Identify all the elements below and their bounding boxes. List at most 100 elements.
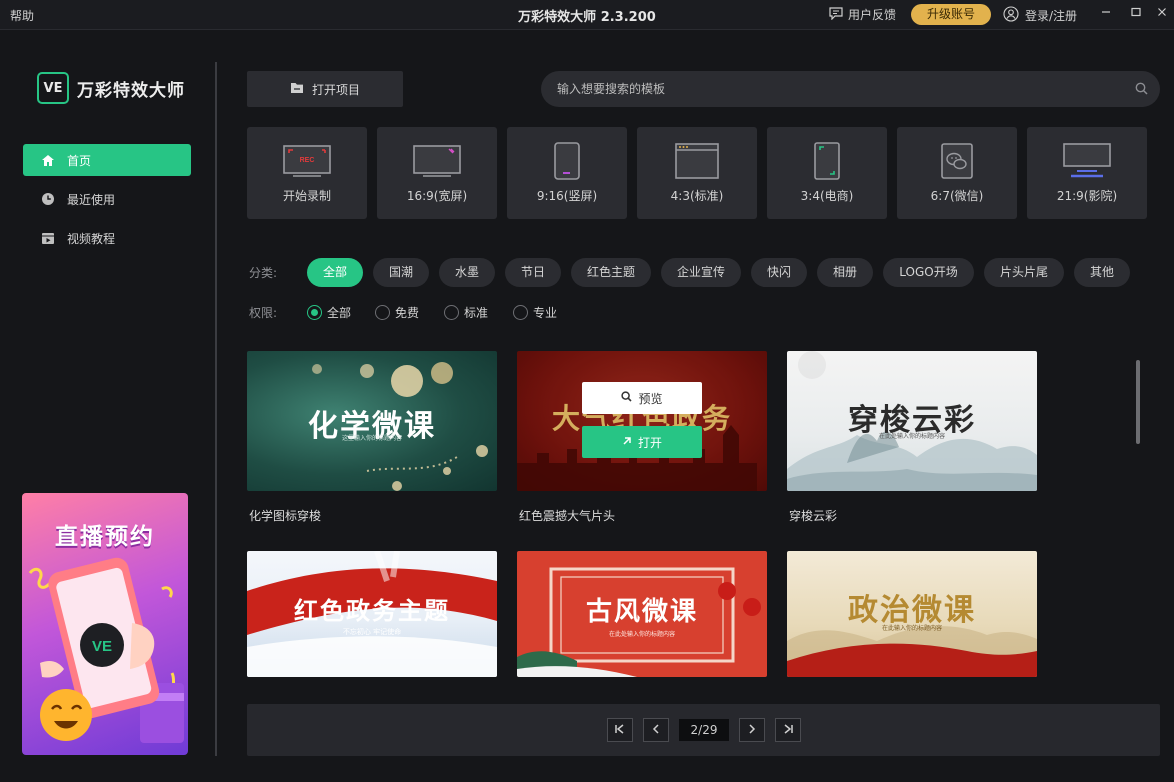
category-chip-festival[interactable]: 节日 <box>505 258 561 287</box>
category-chip-flash[interactable]: 快闪 <box>751 258 807 287</box>
close-button[interactable] <box>1152 4 1172 22</box>
start-recording-card[interactable]: REC 开始录制 <box>247 127 367 219</box>
category-chip-corporate[interactable]: 企业宣传 <box>661 258 741 287</box>
close-icon <box>1157 6 1167 20</box>
rec-badge: REC <box>300 157 315 164</box>
ratio-label: 6:7(微信) <box>930 189 984 203</box>
scrollbar[interactable] <box>1136 360 1140 444</box>
ratio-16-9-card[interactable]: 16:9(宽屏) <box>377 127 497 219</box>
open-project-label: 打开项目 <box>311 82 360 97</box>
ratio-label: 16:9(宽屏) <box>406 189 468 203</box>
feedback-button[interactable]: 用户反馈 <box>829 6 896 23</box>
minimize-icon <box>1101 6 1111 20</box>
open-label: 打开 <box>637 435 662 450</box>
radio-icon <box>375 305 390 320</box>
upgrade-account-button[interactable]: 升级账号 <box>911 4 991 25</box>
user-icon <box>1003 6 1019 25</box>
category-chip-ink[interactable]: 水墨 <box>439 258 495 287</box>
help-menu[interactable]: 帮助 <box>10 7 34 24</box>
ratio-9-16-card[interactable]: 9:16(竖屏) <box>507 127 627 219</box>
ratio-6-7-card[interactable]: 6:7(微信) <box>897 127 1017 219</box>
template-card-cloud[interactable]: 穿梭云彩 在此处输入你的标题内容 <box>787 351 1037 491</box>
login-label: 登录/注册 <box>1025 9 1078 23</box>
radio-selected-icon <box>307 305 322 320</box>
ratio-21-9-card[interactable]: 21:9(影院) <box>1027 127 1147 219</box>
title-bar: 帮助 万彩特效大师 2.3.200 用户反馈 升级账号 登录/注册 <box>0 0 1174 30</box>
maximize-icon <box>1131 6 1141 20</box>
widescreen-icon <box>377 141 497 181</box>
category-chip-guochao[interactable]: 国潮 <box>373 258 429 287</box>
open-template-button[interactable]: 打开 <box>582 426 702 458</box>
category-chip-intro-outro[interactable]: 片头片尾 <box>984 258 1064 287</box>
next-page-button[interactable] <box>739 718 765 742</box>
minimize-button[interactable] <box>1096 4 1116 22</box>
template-caption: 化学图标穿梭 <box>249 509 322 523</box>
cinema-icon <box>1027 141 1147 181</box>
ratio-label: 4:3(标准) <box>670 189 724 203</box>
thumbnail-title: 古风微课 <box>585 597 698 627</box>
maximize-button[interactable] <box>1126 4 1146 22</box>
last-page-icon <box>782 723 794 737</box>
page-indicator[interactable]: 2/29 <box>679 719 729 741</box>
open-project-button[interactable]: 打开项目 <box>247 71 403 107</box>
ratio-label: 3:4(电商) <box>800 189 854 203</box>
promo-banner[interactable]: 直播预约 VE <box>22 493 188 755</box>
ratio-4-3-card[interactable]: 4:3(标准) <box>637 127 757 219</box>
category-chip-all[interactable]: 全部 <box>307 258 363 287</box>
thumbnail-title: 红色政务主题 <box>294 596 450 625</box>
permission-radio-free[interactable]: 免费 <box>375 304 419 321</box>
first-page-button[interactable] <box>607 718 633 742</box>
permission-label: 权限: <box>249 306 278 320</box>
chevron-right-icon <box>747 723 757 737</box>
ratio-label: 开始录制 <box>282 189 331 203</box>
clock-icon <box>41 192 55 206</box>
radio-label: 全部 <box>327 306 352 320</box>
thumbnail-subtitle: 不忘初心 牢记使命 <box>342 628 402 636</box>
ratio-3-4-card[interactable]: 3:4(电商) <box>767 127 887 219</box>
search-icon[interactable] <box>1135 82 1148 98</box>
sidebar-item-recent[interactable]: 最近使用 <box>23 183 191 215</box>
ecommerce-icon <box>767 141 887 181</box>
sidebar-item-tutorials[interactable]: 视频教程 <box>23 222 191 254</box>
feedback-label: 用户反馈 <box>848 8 897 22</box>
promo-illustration: VE <box>28 557 184 743</box>
preview-button[interactable]: 预览 <box>582 382 702 414</box>
ratio-label: 9:16(竖屏) <box>536 189 598 203</box>
record-icon: REC <box>247 141 367 181</box>
app-logo: VE 万彩特效大师 <box>37 72 185 104</box>
thumbnail-subtitle: 在此处输入你的标题内容 <box>608 631 675 638</box>
permission-radio-standard[interactable]: 标准 <box>444 304 488 321</box>
template-card-chemistry[interactable]: 化学微课 这里输入你的标题内容 <box>247 351 497 491</box>
radio-label: 免费 <box>395 306 420 320</box>
thumbnail-subtitle: 在此处输入你的标题内容 <box>878 433 945 440</box>
login-button[interactable]: 登录/注册 <box>1003 6 1077 25</box>
chat-icon <box>829 6 843 23</box>
template-card-red-opening[interactable]: 大气红色政务 预览 打开 <box>517 351 767 491</box>
wechat-icon <box>897 141 1017 181</box>
previous-page-button[interactable] <box>643 718 669 742</box>
logo-text: 万彩特效大师 <box>77 80 185 101</box>
category-chip-album[interactable]: 相册 <box>817 258 873 287</box>
radio-icon <box>444 305 459 320</box>
thumbnail-subtitle: 这里输入你的标题内容 <box>341 435 402 442</box>
search-input[interactable] <box>557 71 1117 107</box>
category-chip-logo-opening[interactable]: LOGO开场 <box>883 258 974 287</box>
preview-label: 预览 <box>638 391 663 406</box>
template-card-red-government[interactable]: 红色政务主题 不忘初心 牢记使命 <box>247 551 497 677</box>
ratio-label: 21:9(影院) <box>1056 189 1118 203</box>
logo-badge: VE <box>37 72 69 104</box>
category-chip-other[interactable]: 其他 <box>1074 258 1130 287</box>
search-box <box>541 71 1160 107</box>
pagination-bar: 2/29 <box>247 704 1160 756</box>
window-title: 万彩特效大师 2.3.200 <box>518 10 656 25</box>
template-card-ancient-style[interactable]: 古风微课 在此处输入你的标题内容 <box>517 551 767 677</box>
category-label: 分类: <box>249 266 278 280</box>
template-card-politics[interactable]: 政治微课 在此输入你的标题内容 <box>787 551 1037 677</box>
permission-radio-all[interactable]: 全部 <box>307 304 351 321</box>
category-chip-red-theme[interactable]: 红色主题 <box>571 258 651 287</box>
permission-radio-pro[interactable]: 专业 <box>513 304 557 321</box>
last-page-button[interactable] <box>775 718 801 742</box>
sidebar-item-home[interactable]: 首页 <box>23 144 191 176</box>
template-caption: 红色震撼大气片头 <box>519 509 616 523</box>
standard-icon <box>637 141 757 181</box>
